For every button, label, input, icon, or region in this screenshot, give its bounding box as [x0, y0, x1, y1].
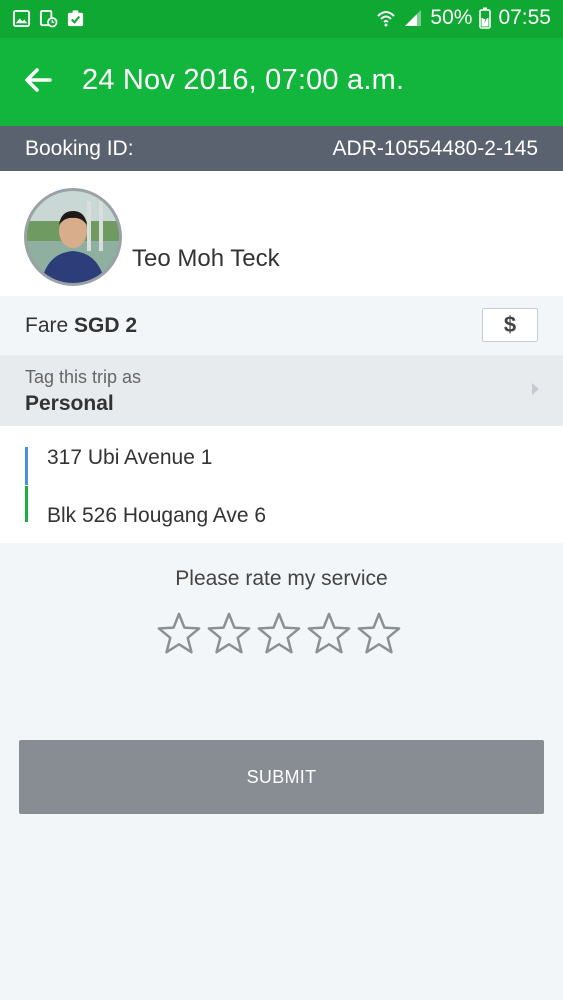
driver-avatar [24, 188, 122, 286]
fare-details-button[interactable]: $ [482, 308, 538, 342]
chevron-right-icon [532, 383, 539, 395]
pickup-address: 317 Ubi Avenue 1 [47, 446, 213, 469]
tag-trip-selector[interactable]: Tag this trip as Personal [0, 355, 563, 426]
driver-name: Teo Moh Teck [132, 245, 280, 272]
dropoff-route-line [25, 486, 28, 522]
notification-icons [12, 9, 85, 28]
rating-prompt: Please rate my service [175, 567, 388, 590]
fare-text: Fare SGD 2 [25, 314, 137, 338]
dropoff-address: Blk 526 Hougang Ave 6 [47, 504, 267, 527]
star-icon[interactable] [256, 610, 302, 658]
driver-photo [27, 191, 119, 283]
clock: 07:55 [498, 6, 551, 29]
status-bar: 50% 07:55 [0, 0, 563, 38]
battery-charging-icon [479, 7, 492, 29]
driver-card: Teo Moh Teck [0, 171, 563, 296]
star-icon[interactable] [356, 610, 402, 658]
wifi-icon [377, 11, 396, 27]
booking-id-bar: Booking ID: ADR-10554480-2-145 [0, 126, 563, 171]
sync-clock-icon [39, 9, 58, 28]
fare-amount: SGD 2 [74, 314, 138, 337]
booking-id-value: ADR-10554480-2-145 [332, 137, 538, 160]
tag-trip-value: Personal [25, 392, 114, 415]
fare-label: Fare [25, 314, 69, 337]
star-rating [156, 610, 402, 658]
submit-button[interactable]: SUBMIT [19, 740, 544, 814]
task-done-icon [67, 10, 84, 27]
star-icon[interactable] [206, 610, 252, 658]
back-arrow-icon[interactable] [20, 62, 56, 98]
route-card: 317 Ubi Avenue 1 Blk 526 Hougang Ave 6 [0, 426, 563, 543]
tag-trip-label: Tag this trip as [25, 367, 142, 387]
page-title: 24 Nov 2016, 07:00 a.m. [82, 64, 405, 96]
pickup-route-line [25, 447, 28, 485]
star-icon[interactable] [306, 610, 352, 658]
fare-row: Fare SGD 2 $ [0, 296, 563, 355]
signal-icon [405, 10, 422, 26]
battery-percentage: 50% [430, 6, 473, 29]
dollar-icon: $ [503, 312, 517, 337]
app-bar: 24 Nov 2016, 07:00 a.m. [0, 38, 563, 126]
booking-id-label: Booking ID: [25, 137, 134, 160]
gallery-icon [12, 9, 31, 28]
system-indicators: 50% 07:55 [376, 6, 551, 30]
star-icon[interactable] [156, 610, 202, 658]
